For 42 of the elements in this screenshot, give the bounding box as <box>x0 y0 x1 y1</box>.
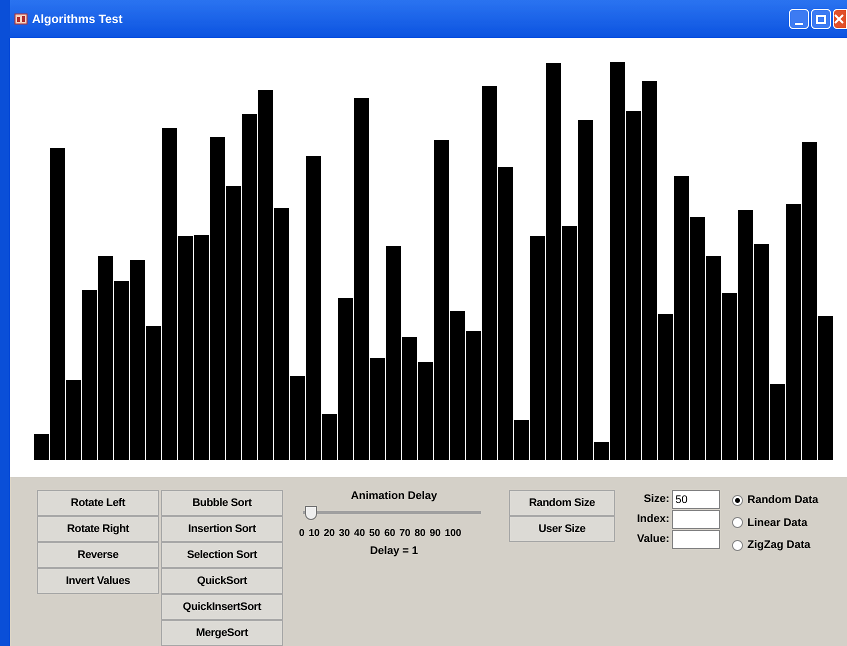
app-icon <box>14 12 28 26</box>
tick-label: 60 <box>384 526 396 540</box>
input-field[interactable] <box>672 530 720 549</box>
tick-label: 80 <box>414 526 426 540</box>
radio-option[interactable]: ZigZag Data <box>732 537 818 554</box>
command-button[interactable]: Insertion Sort <box>161 516 283 542</box>
slider-thumb[interactable] <box>304 506 317 520</box>
field-label: Value: <box>637 532 670 548</box>
close-button[interactable] <box>833 9 847 29</box>
command-button[interactable]: MergeSort <box>161 620 283 646</box>
command-button[interactable]: QuickSort <box>161 568 283 594</box>
minimize-button[interactable] <box>789 9 809 29</box>
command-button[interactable]: QuickInsertSort <box>161 594 283 620</box>
input-field[interactable] <box>672 510 720 529</box>
command-button[interactable]: Bubble Sort <box>161 490 283 516</box>
tick-label: 20 <box>324 526 335 540</box>
tick-label: 0 <box>299 526 305 540</box>
command-button[interactable]: Random Size <box>509 490 615 516</box>
radio-option[interactable]: Linear Data <box>732 514 818 531</box>
command-button[interactable]: User Size <box>509 516 615 542</box>
field-label: Index: <box>637 512 670 528</box>
tick-label: 30 <box>338 526 350 540</box>
delay-slider[interactable] <box>303 506 481 520</box>
radio-option[interactable]: Random Data <box>732 492 818 508</box>
slider-label: Animation Delay <box>350 489 438 504</box>
input-field[interactable]: 50 <box>672 490 720 509</box>
command-button[interactable]: Invert Values <box>37 568 159 594</box>
command-button[interactable]: Selection Sort <box>161 542 283 568</box>
delay-reading: Delay = 1 <box>370 544 418 558</box>
tick-label: 10 <box>308 526 320 540</box>
tick-label: 100 <box>444 526 462 540</box>
window-title: Algorithms Test <box>32 11 122 28</box>
command-button[interactable]: Rotate Right <box>37 516 159 542</box>
tick-label: 70 <box>399 526 410 540</box>
close-icon <box>834 14 844 24</box>
tick-label: 40 <box>354 526 366 540</box>
command-button[interactable]: Rotate Left <box>37 490 159 516</box>
field-label: Size: <box>644 492 670 508</box>
tick-label: 50 <box>369 526 380 540</box>
maximize-button[interactable] <box>811 9 831 29</box>
tick-label: 90 <box>430 526 441 540</box>
command-button[interactable]: Reverse <box>37 542 159 568</box>
